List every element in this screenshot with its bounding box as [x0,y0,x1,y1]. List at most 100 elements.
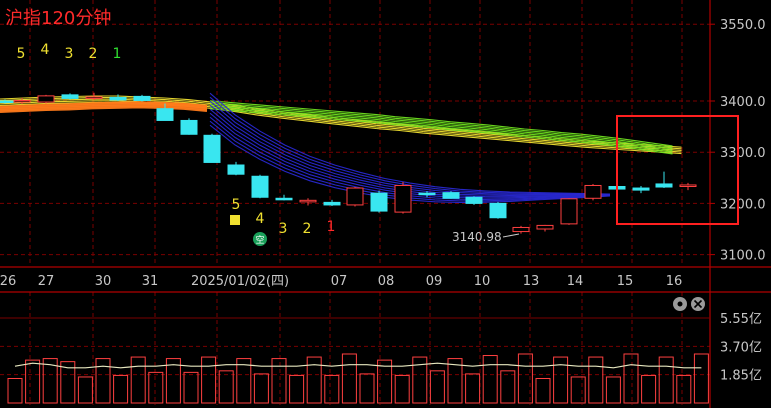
candle [323,199,341,206]
volume-bar [676,374,692,404]
ma-line [0,101,682,155]
candle [61,93,79,100]
candle [275,194,293,201]
candle [655,171,673,189]
volume-bar [77,376,93,404]
signal-label: 4 [256,211,265,227]
volume-bar [553,356,569,404]
date-label: 14 [567,274,584,289]
signal-label: 5 [232,197,241,213]
date-label: 26 [0,274,16,289]
volume-bar [7,377,23,404]
candle-body [536,224,554,230]
candle-body [85,96,103,99]
volume-bar [429,370,445,404]
volume-bar [289,374,305,404]
candle [536,224,554,232]
volume-bar [271,358,287,404]
date-label: 13 [523,274,540,289]
candle [465,196,483,205]
volume-tick-label: 3.70亿 [720,340,762,355]
volume-bar [341,353,357,404]
candle-body [489,202,507,219]
price-tick-label: 3100.0 [720,249,766,264]
ma-period-label: 2 [89,46,98,62]
volume-bar [359,373,375,404]
candle [133,94,151,102]
volume-bar [658,356,674,404]
ma-line [209,100,673,147]
candle [512,225,530,234]
volume-bar [641,374,657,404]
candle [560,198,578,225]
candle [227,161,245,176]
candle [632,185,650,194]
volume-bar [588,356,604,404]
volume-bar [183,371,199,404]
candle [394,181,412,214]
volume-bar [130,356,146,404]
price-tick-label: 3200.0 [720,197,766,212]
volume-bar [201,356,217,404]
candle [489,201,507,219]
candle-body [323,201,341,206]
volume-bar [218,370,234,404]
candle-body [418,192,436,196]
settings-gear-icon[interactable] [673,297,687,311]
volume-bar [113,374,129,404]
candle [180,118,198,135]
short-badge-label: 空 [255,234,264,246]
candle-body [180,119,198,135]
ma-period-label: 5 [17,46,26,62]
price-tick-label: 3550.0 [720,18,766,33]
moving-average-ribbons [0,92,682,204]
ma-period-label: 4 [41,42,50,58]
candle [37,94,55,104]
date-label: 09 [426,274,443,289]
signal-label: 1 [327,219,336,235]
candle-body [203,134,221,163]
volume-bar [465,373,481,404]
volume-bar [605,376,621,404]
volume-bar [148,371,164,404]
date-label: 27 [38,274,55,289]
volume-bar [570,376,586,404]
candle-body [560,198,578,225]
candle [299,198,317,206]
candle-body [512,226,530,233]
volume-tick-label: 1.85亿 [720,369,762,384]
candle-body [655,183,673,188]
low-price-arrow [502,233,520,238]
candle-body [370,192,388,212]
candle-body [442,192,460,199]
candle-body [584,184,602,199]
candle [370,190,388,213]
candle-body [13,99,31,103]
candle-body [465,196,483,204]
candle-body [109,96,127,101]
candle [203,133,221,163]
signal-label: 2 [303,221,312,237]
volume-tick-label: 5.55亿 [720,312,762,327]
volume-bar [623,353,639,404]
gear-hole [677,301,683,307]
candle-body [251,175,269,198]
volume-ma-line [14,362,702,369]
volume-bars [7,353,709,404]
ma-period-label: 1 [113,46,122,62]
candle-body [275,197,293,201]
candle [109,94,127,101]
candle-body [227,164,245,175]
date-label: 31 [142,274,159,289]
date-label: 10 [474,274,491,289]
volume-bar [482,355,498,404]
candle-body [37,95,55,103]
price-tick-label: 3400.0 [720,95,766,110]
candle [442,191,460,199]
volume-bar [394,374,410,404]
close-icon[interactable] [691,297,705,311]
date-label: 16 [666,274,683,289]
volume-bar [306,356,322,404]
candle-body [679,184,697,188]
candle-body [133,95,151,101]
